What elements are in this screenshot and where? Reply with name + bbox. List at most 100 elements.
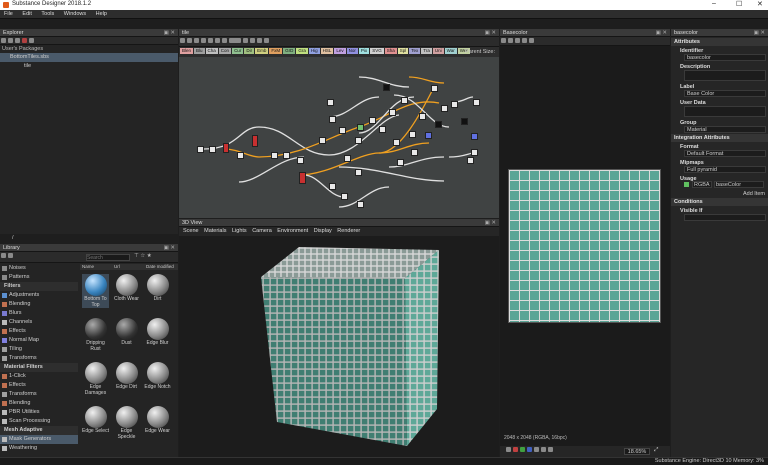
zoom-field[interactable]: 18.65%: [624, 448, 650, 455]
graph-node[interactable]: [401, 97, 408, 104]
node-filter-button[interactable]: Sha: [384, 48, 397, 54]
graph-node[interactable]: [237, 152, 244, 159]
library-item[interactable]: Blending: [0, 300, 78, 309]
library-item[interactable]: Adjustments: [0, 291, 78, 300]
3d-menu-materials[interactable]: Materials: [202, 227, 228, 236]
graph-node[interactable]: [341, 193, 348, 200]
graph-tool-icon[interactable]: [264, 38, 269, 43]
2d-tool-icon[interactable]: [522, 38, 527, 43]
library-thumbnail[interactable]: Dirt: [144, 274, 171, 303]
graph-tool-icon[interactable]: [180, 38, 185, 43]
panel-options-icon[interactable]: ▣ ✕: [485, 29, 496, 37]
maximize-button[interactable]: ☐: [736, 0, 742, 8]
library-item[interactable]: 1-Click: [0, 372, 78, 381]
graph-node[interactable]: [419, 113, 426, 120]
node-filter-button[interactable]: HSL: [320, 48, 334, 54]
graph-node[interactable]: [299, 172, 306, 184]
fit-icon[interactable]: ⤢: [654, 447, 658, 454]
panel-options-icon[interactable]: ▣ ✕: [656, 29, 667, 37]
node-filter-button[interactable]: Dir: [244, 48, 255, 54]
basecolor-texture-preview[interactable]: [508, 169, 661, 323]
node-filter-button[interactable]: Cha: [205, 48, 218, 54]
grid-view-icon[interactable]: [1, 253, 6, 258]
graph-tool-icon[interactable]: [187, 38, 192, 43]
panel-options-icon[interactable]: ▣ ✕: [754, 29, 765, 37]
panel-options-icon[interactable]: ▣ ✕: [485, 219, 496, 227]
graph-tool-icon[interactable]: [257, 38, 262, 43]
library-thumbnail[interactable]: Edge Select: [82, 406, 109, 435]
node-filter-button[interactable]: War: [444, 48, 457, 54]
graph-node[interactable]: [329, 116, 336, 123]
graph-node[interactable]: [471, 133, 478, 140]
library-search-input[interactable]: [86, 254, 130, 261]
2d-tool-icon[interactable]: [541, 447, 546, 452]
library-category[interactable]: Material Filters: [0, 363, 78, 372]
library-thumbnail[interactable]: Edge Wear: [144, 406, 171, 435]
description-field[interactable]: [684, 70, 766, 81]
node-filter-button[interactable]: SVG: [370, 48, 384, 54]
3d-menu-environment[interactable]: Environment: [275, 227, 310, 236]
graph-node[interactable]: [411, 149, 418, 156]
graph-node[interactable]: [344, 155, 351, 162]
library-thumbnail[interactable]: Edge Dirt: [113, 362, 140, 391]
frame-icon[interactable]: [229, 38, 241, 43]
graph-node[interactable]: [441, 105, 448, 112]
menu-help[interactable]: Help: [92, 10, 111, 18]
node-filter-button[interactable]: Blen: [180, 48, 194, 54]
library-thumbnail[interactable]: Bottom To Top: [82, 274, 109, 308]
save-icon[interactable]: [15, 38, 20, 43]
library-thumbnail[interactable]: Edge Speckle: [113, 406, 140, 440]
channel-icon[interactable]: [506, 447, 511, 452]
filter-icon[interactable]: ⊤ ☆ ★: [134, 253, 152, 259]
3d-menu-scene[interactable]: Scene: [181, 227, 201, 236]
2d-tool-icon[interactable]: [515, 38, 520, 43]
graph-node[interactable]: [461, 118, 468, 125]
library-category[interactable]: Mesh Adaptive: [0, 426, 78, 435]
visibleif-field[interactable]: [684, 214, 766, 221]
node-filter-button[interactable]: Cur: [232, 48, 244, 54]
usage-checkbox[interactable]: [684, 182, 689, 187]
library-item[interactable]: Weathering: [0, 444, 78, 453]
menu-tools[interactable]: Tools: [37, 10, 58, 18]
node-filter-button[interactable]: Blu: [194, 48, 205, 54]
align-icon[interactable]: [222, 38, 227, 43]
package-item[interactable]: BottomTiles.sbs: [0, 53, 178, 62]
library-category[interactable]: Filters: [0, 282, 78, 291]
library-item[interactable]: Tiling: [0, 345, 78, 354]
graph-tool-icon[interactable]: [250, 38, 255, 43]
node-filter-button[interactable]: Con: [218, 48, 232, 54]
2d-tool-icon[interactable]: [508, 38, 513, 43]
new-package-icon[interactable]: [1, 38, 6, 43]
graph-tool-icon[interactable]: [215, 38, 220, 43]
3d-menu-display[interactable]: Display: [312, 227, 334, 236]
channel-b-icon[interactable]: [527, 447, 532, 452]
library-item[interactable]: Mask Generators: [0, 435, 78, 444]
node-filter-button[interactable]: FxM: [269, 48, 283, 54]
channel-a-icon[interactable]: [534, 447, 539, 452]
node-filter-button[interactable]: Nor: [346, 48, 358, 54]
identifier-field[interactable]: basecolor: [684, 54, 766, 61]
library-thumbnail[interactable]: Edge Blur: [144, 318, 171, 347]
graph-node[interactable]: [409, 131, 416, 138]
library-item[interactable]: Patterns: [0, 273, 78, 282]
graph-tool-icon[interactable]: [194, 38, 199, 43]
graph-node[interactable]: [319, 137, 326, 144]
add-graph-icon[interactable]: [22, 38, 27, 43]
menu-file[interactable]: File: [0, 10, 17, 18]
3d-menu-lights[interactable]: Lights: [230, 227, 249, 236]
3d-menu-camera[interactable]: Camera: [250, 227, 274, 236]
panel-options-icon[interactable]: ▣ ✕: [164, 244, 175, 252]
graph-node[interactable]: [397, 159, 404, 166]
library-item[interactable]: Scan Processing: [0, 417, 78, 426]
library-item[interactable]: Normal Map: [0, 336, 78, 345]
group-field[interactable]: Material: [684, 126, 766, 133]
library-item[interactable]: Effects: [0, 327, 78, 336]
conditions-section[interactable]: Conditions: [671, 198, 768, 206]
2d-tool-icon[interactable]: [548, 447, 553, 452]
2d-tool-icon[interactable]: [529, 38, 534, 43]
channel-r-icon[interactable]: [513, 447, 518, 452]
graph-node[interactable]: [252, 135, 258, 147]
channel-g-icon[interactable]: [520, 447, 525, 452]
graph-node[interactable]: [435, 121, 442, 128]
graph-item-tile[interactable]: tile: [0, 62, 178, 71]
